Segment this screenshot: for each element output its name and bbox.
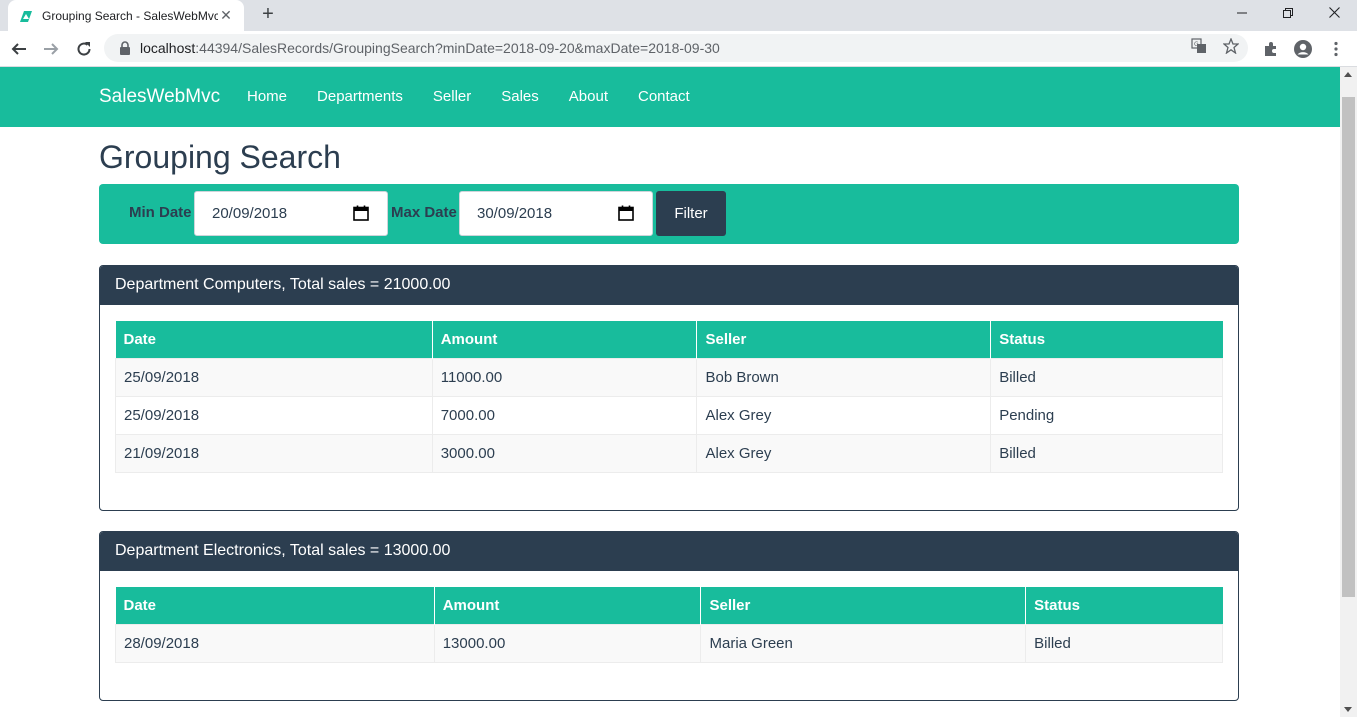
- table-row: 25/09/2018 7000.00 Alex Grey Pending: [115, 395, 1223, 435]
- calendar-icon[interactable]: [618, 205, 634, 221]
- browser-toolbar: localhost:44394/SalesRecords/GroupingSea…: [0, 31, 1357, 67]
- cell-status: Billed: [990, 357, 1223, 397]
- new-tab-icon[interactable]: +: [257, 3, 279, 25]
- min-date-input[interactable]: 20/09/2018: [194, 191, 388, 236]
- column-header-date: Date: [115, 587, 435, 624]
- column-header-seller: Seller: [696, 321, 992, 358]
- svg-text:G: G: [1194, 41, 1199, 48]
- cell-status: Pending: [990, 395, 1223, 435]
- cell-status: Billed: [1025, 623, 1223, 663]
- cell-seller: Alex Grey: [696, 433, 992, 473]
- min-date-value: 20/09/2018: [212, 205, 288, 222]
- nav-link-sales[interactable]: Sales: [501, 88, 539, 105]
- max-date-input[interactable]: 30/09/2018: [459, 191, 653, 236]
- department-panel-computers: Department Computers, Total sales = 2100…: [99, 265, 1239, 511]
- scroll-up-arrow-icon[interactable]: [1344, 72, 1352, 77]
- table-row: 21/09/2018 3000.00 Alex Grey Billed: [115, 433, 1223, 473]
- cell-amount: 3000.00: [431, 433, 698, 473]
- column-header-amount: Amount: [432, 321, 698, 358]
- column-header-status: Status: [1025, 587, 1223, 624]
- nav-link-about[interactable]: About: [569, 88, 608, 105]
- table-header-row: Date Amount Seller Status: [115, 321, 1223, 358]
- department-panel-electronics: Department Electronics, Total sales = 13…: [99, 531, 1239, 701]
- browser-tab[interactable]: Grouping Search - SalesWebMvc ✕: [8, 0, 244, 31]
- lock-icon: [120, 41, 130, 55]
- browser-tab-bar: Grouping Search - SalesWebMvc ✕ +: [0, 0, 1357, 31]
- panel-heading: Department Electronics, Total sales = 13…: [100, 532, 1238, 571]
- close-window-icon[interactable]: [1311, 0, 1357, 25]
- panel-heading: Department Computers, Total sales = 2100…: [100, 266, 1238, 305]
- tab-close-icon[interactable]: ✕: [218, 7, 234, 24]
- nav-link-departments[interactable]: Departments: [317, 88, 403, 105]
- page-viewport: SalesWebMvc Home Departments Seller Sale…: [0, 67, 1340, 717]
- tab-title: Grouping Search - SalesWebMvc: [42, 8, 218, 23]
- cell-date: 25/09/2018: [115, 357, 433, 397]
- page-favicon-icon: [20, 10, 32, 22]
- cell-date: 25/09/2018: [115, 395, 433, 435]
- nav-link-contact[interactable]: Contact: [638, 88, 690, 105]
- cell-seller: Bob Brown: [696, 357, 992, 397]
- page-title: Grouping Search: [99, 139, 341, 175]
- column-header-seller: Seller: [700, 587, 1027, 624]
- column-header-amount: Amount: [434, 587, 702, 624]
- filter-form: Min Date 20/09/2018 Max Date 30/09/2018 …: [99, 184, 1239, 244]
- cell-status: Billed: [990, 433, 1223, 473]
- cell-amount: 13000.00: [433, 623, 702, 663]
- table-row: 25/09/2018 11000.00 Bob Brown Billed: [115, 357, 1223, 397]
- sales-table: Date Amount Seller Status 25/09/2018 110…: [115, 321, 1223, 473]
- filter-button[interactable]: Filter: [656, 191, 726, 236]
- forward-arrow-icon[interactable]: [39, 37, 63, 61]
- column-header-status: Status: [990, 321, 1223, 358]
- scrollbar-thumb[interactable]: [1342, 97, 1355, 597]
- address-bar[interactable]: localhost:44394/SalesRecords/GroupingSea…: [104, 34, 1248, 62]
- min-date-label: Min Date: [129, 204, 192, 221]
- back-arrow-icon[interactable]: [7, 37, 31, 61]
- column-header-date: Date: [115, 321, 433, 358]
- profile-avatar-icon[interactable]: [1291, 37, 1315, 61]
- minimize-icon[interactable]: [1219, 0, 1265, 25]
- restore-icon[interactable]: [1265, 0, 1311, 25]
- table-header-row: Date Amount Seller Status: [115, 587, 1223, 624]
- max-date-label: Max Date: [391, 204, 457, 221]
- panel-body: Date Amount Seller Status 28/09/2018 130…: [100, 571, 1238, 700]
- nav-link-home[interactable]: Home: [247, 88, 287, 105]
- cell-seller: Maria Green: [700, 623, 1027, 663]
- nav-link-seller[interactable]: Seller: [433, 88, 471, 105]
- page-scrollbar[interactable]: [1340, 67, 1357, 717]
- panel-body: Date Amount Seller Status 25/09/2018 110…: [100, 305, 1238, 510]
- sales-table: Date Amount Seller Status 28/09/2018 130…: [115, 587, 1223, 663]
- calendar-icon[interactable]: [353, 205, 369, 221]
- extensions-puzzle-icon[interactable]: [1259, 37, 1283, 61]
- cell-amount: 11000.00: [431, 357, 698, 397]
- cell-date: 21/09/2018: [115, 433, 433, 473]
- scroll-down-arrow-icon[interactable]: [1344, 707, 1352, 712]
- cell-amount: 7000.00: [431, 395, 698, 435]
- url-text: localhost:44394/SalesRecords/GroupingSea…: [140, 40, 720, 56]
- table-row: 28/09/2018 13000.00 Maria Green Billed: [115, 623, 1223, 663]
- translate-icon[interactable]: G: [1191, 38, 1207, 54]
- bookmark-star-icon[interactable]: [1223, 38, 1239, 54]
- brand-link[interactable]: SalesWebMvc: [99, 86, 220, 108]
- reload-icon[interactable]: [72, 37, 96, 61]
- site-navbar: SalesWebMvc Home Departments Seller Sale…: [0, 67, 1340, 127]
- kebab-menu-icon[interactable]: [1324, 37, 1348, 61]
- max-date-value: 30/09/2018: [477, 205, 553, 222]
- cell-seller: Alex Grey: [696, 395, 992, 435]
- nav-links: Home Departments Seller Sales About Cont…: [247, 88, 720, 105]
- cell-date: 28/09/2018: [115, 623, 435, 663]
